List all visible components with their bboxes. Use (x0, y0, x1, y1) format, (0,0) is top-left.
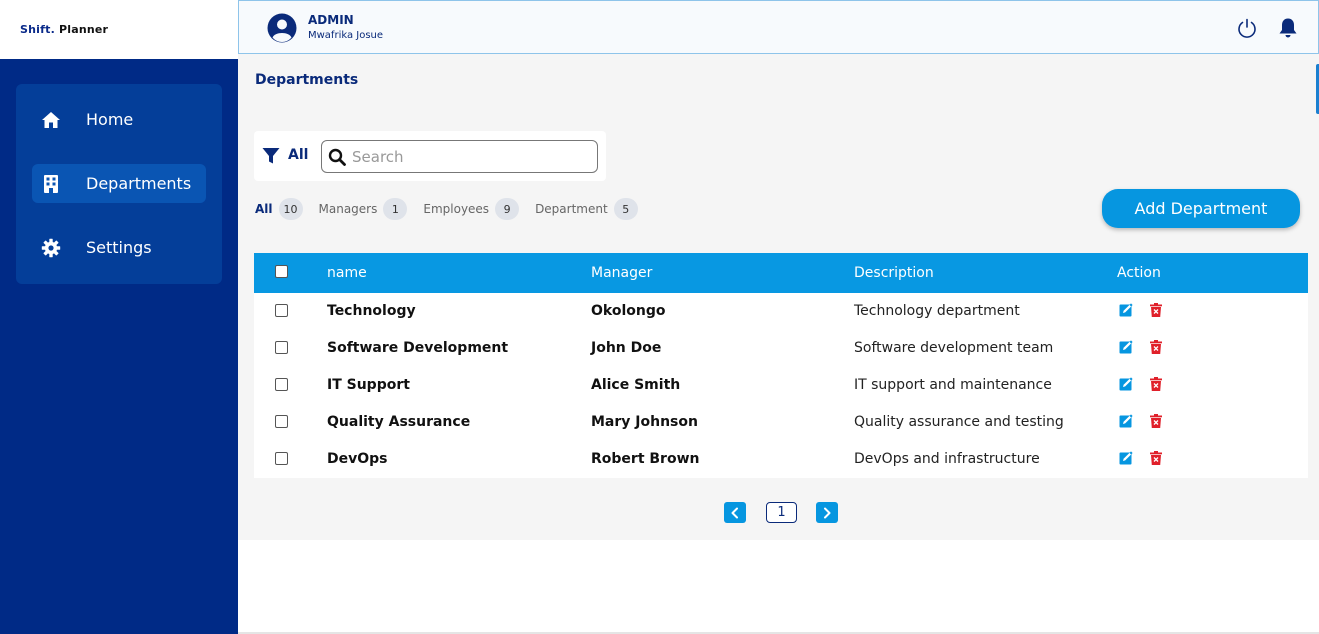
delete-icon[interactable] (1149, 451, 1163, 465)
row-checkbox[interactable] (275, 341, 288, 354)
row-checkbox[interactable] (275, 378, 288, 391)
gear-icon (40, 237, 62, 259)
filter-icon[interactable] (262, 147, 280, 165)
delete-icon[interactable] (1149, 340, 1163, 354)
department-description: DevOps and infrastructure (854, 451, 1040, 467)
department-name: Quality Assurance (327, 414, 471, 430)
department-description: Software development team (854, 340, 1054, 356)
department-name: Technology (327, 303, 416, 319)
current-page-number[interactable]: 1 (766, 502, 797, 523)
department-name: Software Development (327, 340, 509, 356)
edit-icon[interactable] (1119, 451, 1133, 465)
delete-icon[interactable] (1149, 414, 1163, 428)
user-name: Mwafrika Josue (308, 30, 384, 41)
tab-department[interactable]: Department 5 (535, 198, 638, 220)
power-icon[interactable] (1236, 17, 1258, 39)
delete-icon[interactable] (1149, 377, 1163, 391)
edit-icon[interactable] (1119, 414, 1133, 428)
search-input[interactable] (352, 145, 590, 168)
app-logo[interactable]: Shift. Planner (20, 23, 108, 36)
sidebar-item-settings[interactable]: Settings (32, 228, 206, 267)
bell-icon[interactable] (1278, 17, 1298, 39)
table-row: Software Development John Doe Software d… (254, 330, 1308, 367)
chevron-left-icon (731, 507, 738, 518)
departments-table: name Manager Description Action Technolo… (254, 253, 1308, 478)
building-icon (40, 173, 62, 195)
tab-label: Managers (318, 202, 378, 216)
column-header-description[interactable]: Description (854, 265, 934, 281)
user-role: ADMIN (308, 13, 354, 27)
table-row: DevOps Robert Brown DevOps and infrastru… (254, 441, 1308, 478)
previous-page-button[interactable] (724, 502, 746, 523)
department-manager: Okolongo (591, 303, 666, 319)
user-avatar-icon[interactable] (267, 13, 297, 43)
logo-part1: Shift. (20, 23, 55, 36)
chevron-right-icon (824, 507, 831, 518)
column-header-manager[interactable]: Manager (591, 265, 652, 281)
sidebar-item-label: Departments (86, 174, 192, 193)
select-all-checkbox[interactable] (275, 265, 288, 278)
department-manager: Alice Smith (591, 377, 681, 393)
sidebar-item-departments[interactable]: Departments (32, 164, 206, 203)
filter-tabs: All 10 Managers 1 Employees 9 Department… (255, 198, 654, 220)
tab-label: Department (535, 202, 608, 216)
delete-icon[interactable] (1149, 303, 1163, 317)
filter-label[interactable]: All (288, 147, 308, 163)
sidebar: Home Departments Settings (0, 59, 238, 634)
edit-icon[interactable] (1119, 340, 1133, 354)
sidebar-item-home[interactable]: Home (32, 100, 206, 139)
sidebar-item-label: Home (86, 110, 134, 129)
department-name: DevOps (327, 451, 388, 467)
tab-employees[interactable]: Employees 9 (423, 198, 520, 220)
tab-managers[interactable]: Managers 1 (319, 198, 408, 220)
add-department-button[interactable]: Add Department (1102, 189, 1300, 228)
table-row: Technology Okolongo Technology departmen… (254, 293, 1308, 330)
row-checkbox[interactable] (275, 452, 288, 465)
column-header-action: Action (1117, 265, 1161, 281)
department-description: IT support and maintenance (854, 377, 1052, 393)
edit-icon[interactable] (1119, 377, 1133, 391)
search-box (321, 140, 598, 173)
department-name: IT Support (327, 377, 410, 393)
next-page-button[interactable] (816, 502, 838, 523)
tab-label: Employees (423, 202, 490, 216)
sidebar-nav: Home Departments Settings (16, 84, 222, 284)
tab-count-badge: 5 (613, 198, 638, 220)
tab-label: All (255, 202, 273, 216)
logo-area: Shift. Planner (0, 0, 238, 59)
row-checkbox[interactable] (275, 304, 288, 317)
table-row: IT Support Alice Smith IT support and ma… (254, 367, 1308, 404)
top-header: ADMIN Mwafrika Josue (238, 0, 1319, 54)
department-manager: John Doe (591, 340, 662, 356)
department-manager: Robert Brown (591, 451, 700, 467)
row-checkbox[interactable] (275, 415, 288, 428)
tab-count-badge: 10 (278, 198, 303, 220)
page-title: Departments (255, 72, 359, 88)
tab-count-badge: 9 (495, 198, 520, 220)
sidebar-item-label: Settings (86, 238, 152, 257)
home-icon (40, 109, 62, 131)
column-header-name[interactable]: name (327, 265, 367, 281)
filter-bar: All (254, 131, 606, 181)
search-icon (328, 148, 346, 166)
department-description: Technology department (854, 303, 1020, 319)
department-manager: Mary Johnson (591, 414, 698, 430)
edit-icon[interactable] (1119, 303, 1133, 317)
tab-count-badge: 1 (383, 198, 408, 220)
tab-all[interactable]: All 10 (255, 198, 303, 220)
table-row: Quality Assurance Mary Johnson Quality a… (254, 404, 1308, 441)
logo-part2: Planner (54, 23, 109, 36)
department-description: Quality assurance and testing (854, 414, 1064, 430)
table-header: name Manager Description Action (254, 253, 1308, 293)
